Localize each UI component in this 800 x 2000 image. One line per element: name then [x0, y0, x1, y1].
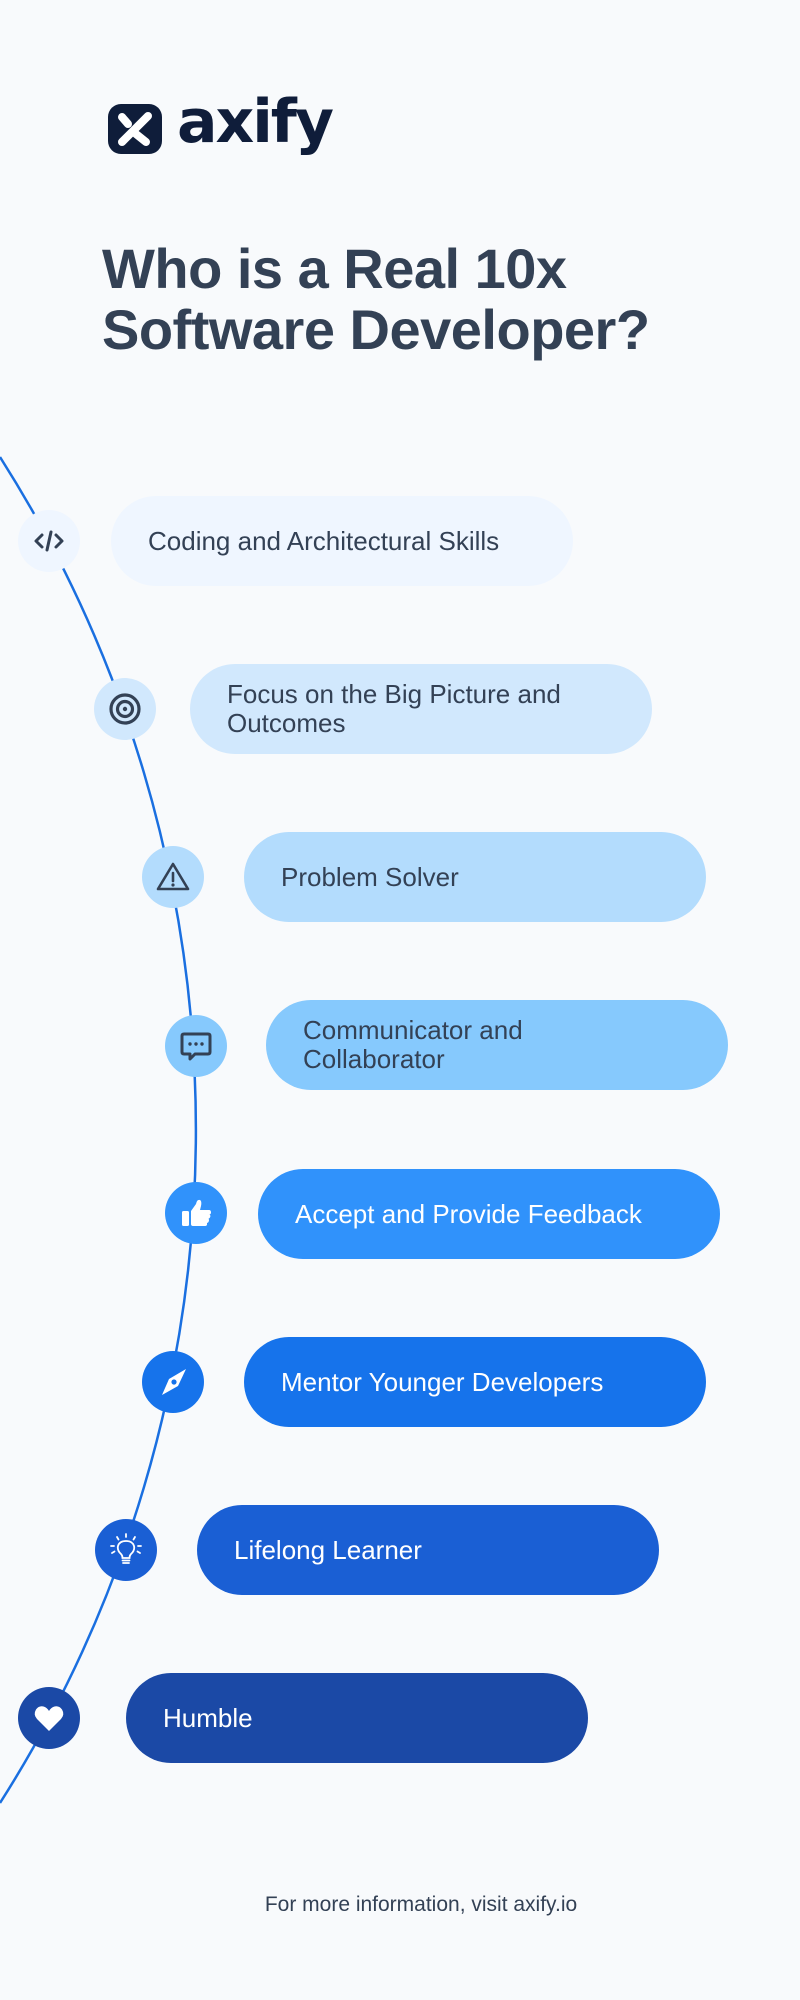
- timeline-node-8: [18, 1687, 80, 1749]
- heart-icon: [34, 1706, 64, 1731]
- timeline-pill-5: Accept and Provide Feedback: [258, 1169, 720, 1259]
- pill-label: Lifelong Learner: [234, 1534, 422, 1565]
- timeline-arc: [0, 456, 198, 1804]
- chat-bubble-icon: [180, 1032, 212, 1061]
- timeline-pill-3: Problem Solver: [244, 832, 706, 922]
- compass-icon: [162, 1369, 186, 1395]
- timeline-pill-1: Coding and Architectural Skills: [111, 496, 573, 586]
- footer-note: For more information, visit axify.io: [264, 1893, 578, 1916]
- code-icon: [34, 530, 64, 552]
- pill-label: Mentor Younger Developers: [281, 1366, 604, 1397]
- pill-label: Humble: [163, 1702, 253, 1733]
- lightbulb-icon: [110, 1533, 142, 1564]
- timeline-pill-4: Communicator and Collaborator: [266, 1000, 728, 1090]
- warning-triangle-icon: [156, 862, 190, 891]
- pill-label: Communicator and Collaborator: [303, 1015, 523, 1074]
- timeline-pill-7: Lifelong Learner: [197, 1505, 659, 1595]
- timeline-pill-6: Mentor Younger Developers: [244, 1337, 706, 1427]
- timeline-node-4: [165, 1015, 227, 1077]
- pill-label: Problem Solver: [281, 861, 459, 892]
- thumbs-up-icon: [182, 1199, 211, 1226]
- timeline-node-1: [18, 510, 80, 572]
- timeline-node-2: [94, 678, 156, 740]
- pill-label: Coding and Architectural Skills: [148, 525, 500, 556]
- target-icon: [109, 693, 141, 725]
- timeline-pill-2: Focus on the Big Picture and Outcomes: [190, 664, 652, 754]
- timeline-node-3: [142, 846, 204, 908]
- pill-label: Accept and Provide Feedback: [295, 1198, 642, 1229]
- timeline-pill-8: Humble: [126, 1673, 588, 1763]
- timeline-node-6: [142, 1351, 204, 1413]
- timeline-node-5: [165, 1182, 227, 1244]
- pill-label: Focus on the Big Picture and Outcomes: [227, 679, 561, 738]
- timeline-node-7: [95, 1519, 157, 1581]
